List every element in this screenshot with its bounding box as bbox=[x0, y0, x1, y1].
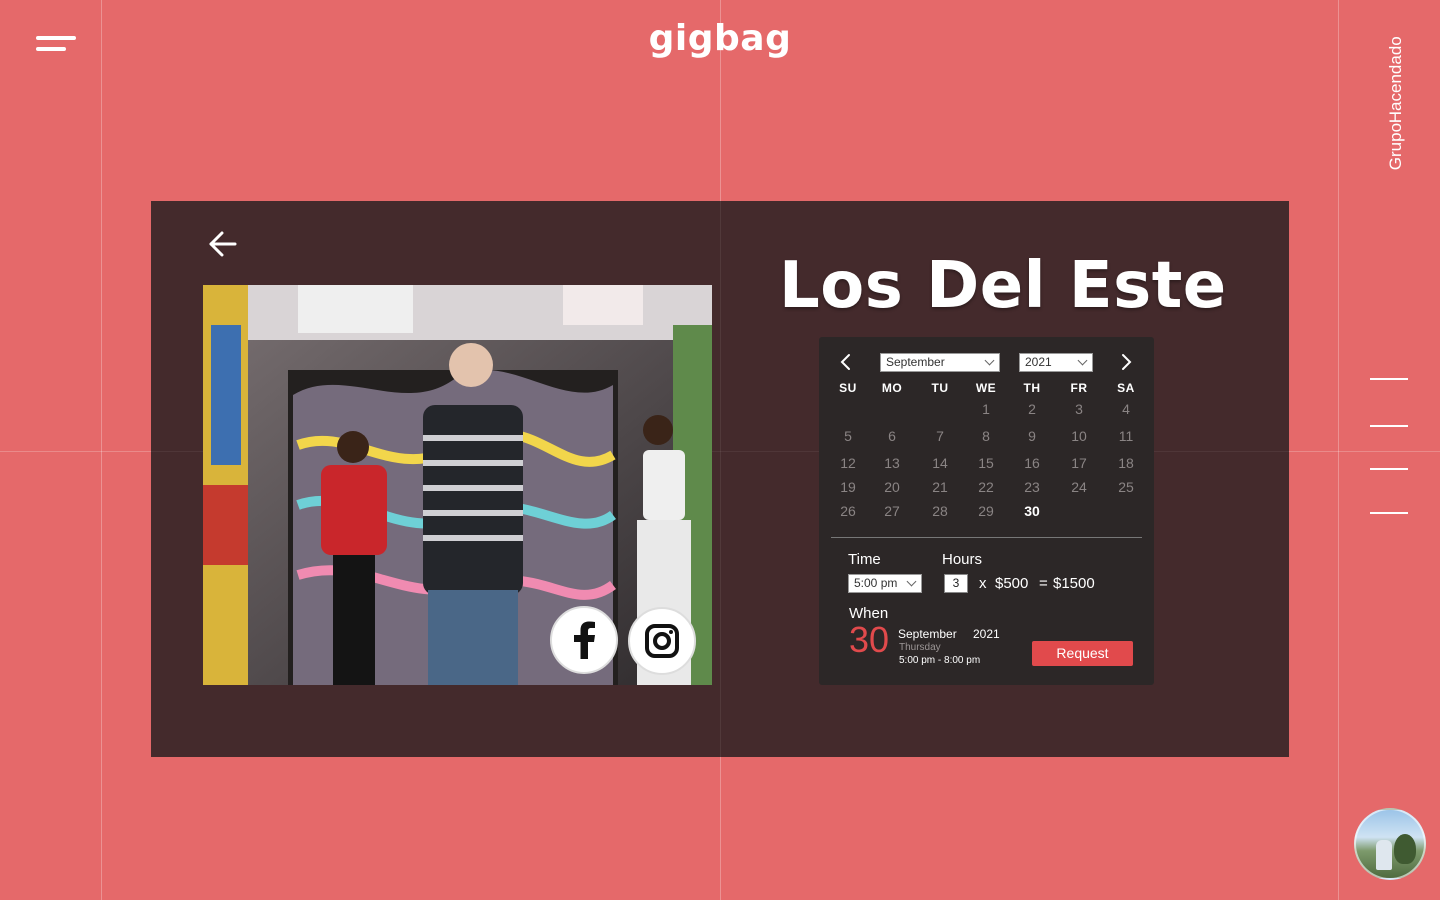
when-day: 30 bbox=[849, 619, 890, 660]
request-button[interactable]: Request bbox=[1032, 641, 1133, 666]
calendar-day[interactable]: 7 bbox=[922, 428, 958, 444]
when-month: September bbox=[898, 627, 957, 641]
when-weekday: Thursday bbox=[899, 642, 941, 653]
calendar-day[interactable]: 12 bbox=[830, 455, 866, 471]
weekday-header: WE bbox=[975, 381, 997, 395]
month-select-value: September bbox=[886, 355, 945, 369]
chevron-down-icon bbox=[1077, 355, 1088, 366]
guide-line bbox=[101, 0, 102, 900]
section-nav-item[interactable] bbox=[1370, 378, 1408, 380]
chevron-down-icon bbox=[906, 576, 917, 587]
calendar-day[interactable]: 5 bbox=[830, 428, 866, 444]
calendar-day[interactable]: 18 bbox=[1108, 455, 1144, 471]
chevron-left-icon[interactable] bbox=[837, 353, 855, 371]
guide-line bbox=[1338, 0, 1339, 900]
weekday-header: TH bbox=[1023, 381, 1041, 395]
calendar-day[interactable]: 20 bbox=[874, 479, 910, 495]
group-label: Grupo Hacendado bbox=[1386, 36, 1406, 170]
calendar-day[interactable]: 27 bbox=[874, 503, 910, 519]
calendar-day-selected[interactable]: 30 bbox=[1014, 499, 1050, 525]
time-label: Time bbox=[848, 551, 881, 568]
time-select[interactable]: 5:00 pm bbox=[848, 574, 922, 593]
year-select[interactable]: 2021 bbox=[1019, 353, 1093, 372]
hourly-rate: $500 bbox=[995, 575, 1029, 592]
weekday-header: FR bbox=[1070, 381, 1088, 395]
month-select[interactable]: September bbox=[880, 353, 1000, 372]
calendar-day[interactable]: 17 bbox=[1061, 455, 1097, 471]
user-avatar[interactable] bbox=[1354, 808, 1426, 880]
calendar-day[interactable]: 24 bbox=[1061, 479, 1097, 495]
hours-label: Hours bbox=[942, 551, 983, 568]
back-arrow-icon[interactable] bbox=[207, 229, 239, 259]
calendar-day[interactable]: 25 bbox=[1108, 479, 1144, 495]
year-select-value: 2021 bbox=[1025, 355, 1052, 369]
weekday-header: TU bbox=[931, 381, 949, 395]
instagram-icon[interactable] bbox=[628, 607, 696, 675]
calendar-day[interactable]: 3 bbox=[1061, 401, 1097, 417]
calendar-day[interactable]: 10 bbox=[1061, 428, 1097, 444]
section-nav-item[interactable] bbox=[1370, 425, 1408, 427]
chevron-down-icon bbox=[984, 355, 995, 366]
band-name: Los Del Este bbox=[779, 249, 1227, 323]
calendar-day[interactable]: 1 bbox=[968, 401, 1004, 417]
chevron-right-icon[interactable] bbox=[1117, 353, 1135, 371]
group-label-line2: Hacendado bbox=[1386, 36, 1405, 123]
weekday-header: MO bbox=[881, 381, 903, 395]
total-price: $1500 bbox=[1053, 575, 1095, 592]
calendar-day[interactable]: 9 bbox=[1014, 428, 1050, 444]
section-nav-item[interactable] bbox=[1370, 468, 1408, 470]
booking-panel: September 2021 SU MO TU WE TH FR SA 1 2 3 4 5 6 7 8 9 10… bbox=[819, 337, 1154, 685]
band-card: Los Del Este September 2021 SU MO TU WE TH FR… bbox=[151, 201, 1289, 757]
multiply-sign: x bbox=[979, 575, 987, 592]
divider bbox=[831, 537, 1142, 538]
weekday-header: SA bbox=[1117, 381, 1135, 395]
weekday-header: SU bbox=[839, 381, 857, 395]
facebook-icon[interactable] bbox=[550, 606, 618, 674]
calendar-day[interactable]: 29 bbox=[968, 503, 1004, 519]
calendar-day[interactable]: 13 bbox=[874, 455, 910, 471]
calendar-day[interactable]: 16 bbox=[1014, 455, 1050, 471]
calendar-day[interactable]: 11 bbox=[1108, 428, 1144, 444]
when-year: 2021 bbox=[973, 627, 1000, 641]
calendar-day[interactable]: 15 bbox=[968, 455, 1004, 471]
calendar-day[interactable]: 14 bbox=[922, 455, 958, 471]
app-logo[interactable]: gigbag bbox=[0, 18, 1440, 59]
when-time-range: 5:00 pm - 8:00 pm bbox=[899, 655, 981, 666]
calendar-day[interactable]: 26 bbox=[830, 503, 866, 519]
group-label-line1: Grupo bbox=[1386, 122, 1405, 171]
calendar-day[interactable]: 21 bbox=[922, 479, 958, 495]
calendar-day[interactable]: 4 bbox=[1108, 401, 1144, 417]
calendar-day[interactable]: 23 bbox=[1014, 479, 1050, 495]
calendar-day[interactable]: 22 bbox=[968, 479, 1004, 495]
time-select-value: 5:00 pm bbox=[854, 576, 898, 590]
calendar-day[interactable]: 2 bbox=[1014, 401, 1050, 417]
section-nav-item[interactable] bbox=[1370, 512, 1408, 514]
calendar-day[interactable]: 19 bbox=[830, 479, 866, 495]
calendar-day[interactable]: 6 bbox=[874, 428, 910, 444]
hours-input[interactable]: 3 bbox=[944, 574, 968, 593]
equals-sign: = bbox=[1039, 575, 1048, 592]
calendar-day[interactable]: 8 bbox=[968, 428, 1004, 444]
calendar-day[interactable]: 28 bbox=[922, 503, 958, 519]
